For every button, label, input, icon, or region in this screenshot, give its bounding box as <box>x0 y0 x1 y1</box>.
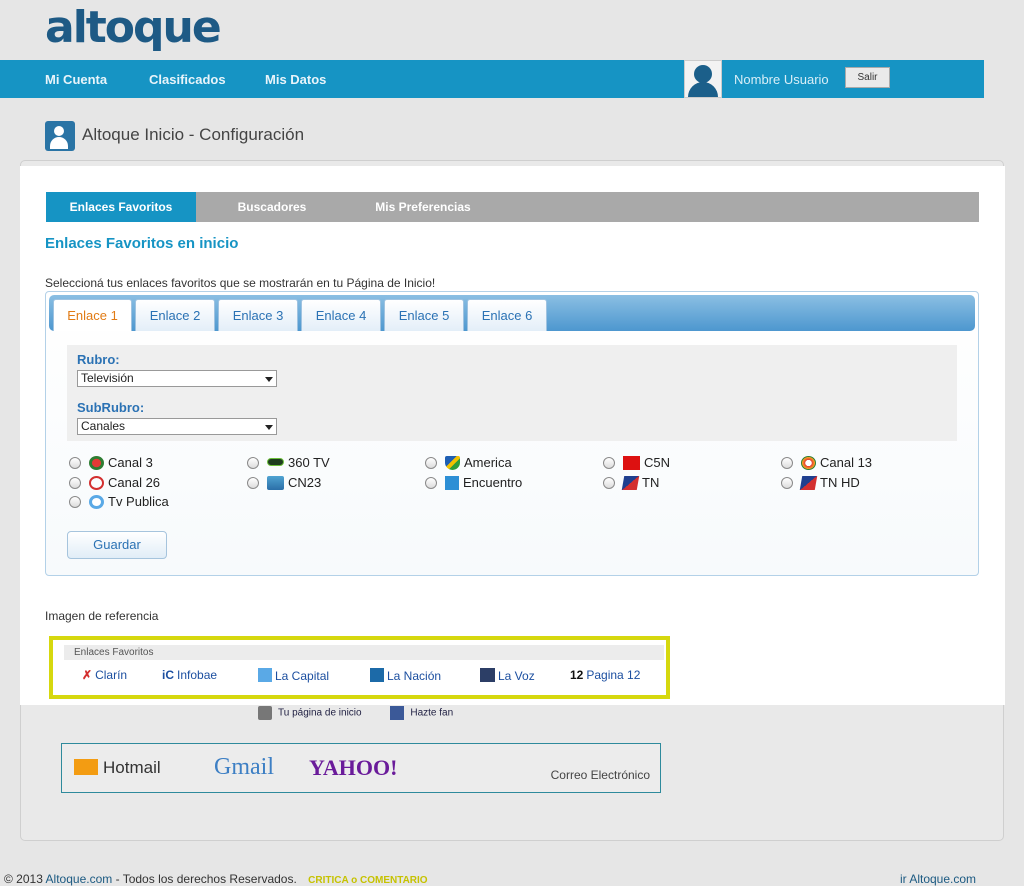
enlace-panel: Enlace 1 Enlace 2 Enlace 3 Enlace 4 Enla… <box>45 291 979 576</box>
yahoo-link[interactable]: YAHOO! <box>309 755 397 781</box>
radio-button[interactable] <box>247 457 259 469</box>
facebook-icon <box>390 706 405 720</box>
radio-button[interactable] <box>69 496 81 508</box>
radio-button[interactable] <box>603 477 615 489</box>
subrubro-label: SubRubro: <box>77 400 145 415</box>
channel-option[interactable]: Encuentro <box>425 475 522 491</box>
tab-enlace-3[interactable]: Enlace 3 <box>218 299 298 331</box>
altoque-logo[interactable]: altoque <box>45 6 222 50</box>
radio-button[interactable] <box>603 457 615 469</box>
footer-site-link[interactable]: Altoque.com <box>46 872 113 886</box>
channel-option[interactable]: TN HD <box>781 475 860 491</box>
footer: © 2013 Altoque.com - Todos los derechos … <box>4 872 428 886</box>
mail-box: Hotmail Gmail YAHOO! Correo Electrónico <box>61 743 661 793</box>
tab-enlace-4[interactable]: Enlace 4 <box>301 299 381 331</box>
tvpublica-logo-icon <box>89 495 104 509</box>
tab-mis-preferencias[interactable]: Mis Preferencias <box>348 192 498 222</box>
c5n-logo-icon <box>623 456 640 470</box>
reference-image: Enlaces Favoritos ✗ Clarín iC Infobae La C… <box>49 636 670 699</box>
subrubro-select[interactable]: Canales <box>77 418 277 435</box>
reference-item-pagina-12: 12 Pagina 12 <box>570 668 641 682</box>
top-navbar: Mi Cuenta Clasificados Mis Datos Nombre … <box>0 60 984 98</box>
user-config-icon <box>45 121 75 151</box>
logout-button[interactable]: Salir <box>845 67 890 88</box>
la-voz-icon <box>480 668 495 682</box>
canal3-logo-icon <box>89 456 104 470</box>
radio-button[interactable] <box>781 457 793 469</box>
channel-option[interactable]: TN <box>603 475 659 491</box>
mail-label: Correo Electrónico <box>550 768 650 782</box>
pagina12-icon: 12 <box>570 668 584 682</box>
chevron-down-icon <box>265 425 273 430</box>
canal13-logo-icon <box>801 456 816 470</box>
channel-option[interactable]: Canal 3 <box>69 455 153 471</box>
encuentro-logo-icon <box>445 476 459 490</box>
infobae-icon: iC <box>162 668 174 682</box>
channel-option[interactable]: Tv Publica <box>69 494 169 510</box>
canal26-logo-icon <box>89 476 104 490</box>
critique-link[interactable]: CRITICA o COMENTARIO <box>308 875 427 886</box>
tab-enlaces-favoritos[interactable]: Enlaces Favoritos <box>46 192 196 222</box>
channel-option[interactable]: Canal 26 <box>69 475 160 491</box>
channel-option[interactable]: America <box>425 455 512 471</box>
nav-mis-datos[interactable]: Mis Datos <box>265 72 326 87</box>
radio-button[interactable] <box>425 457 437 469</box>
radio-button[interactable] <box>247 477 259 489</box>
save-button[interactable]: Guardar <box>67 531 167 559</box>
reference-item-clarin: ✗ Clarín <box>82 668 128 682</box>
main-tabs: Enlaces Favoritos Buscadores Mis Prefere… <box>46 192 979 222</box>
channel-option[interactable]: CN23 <box>247 475 321 491</box>
reference-item-la-capital: La Capital <box>258 668 329 683</box>
reference-label: Imagen de referencia <box>45 609 159 623</box>
radio-button[interactable] <box>781 477 793 489</box>
tab-enlace-5[interactable]: Enlace 5 <box>384 299 464 331</box>
channel-option[interactable]: 360 TV <box>247 455 330 471</box>
360tv-logo-icon <box>267 458 284 466</box>
reference-header: Enlaces Favoritos <box>64 645 664 660</box>
channel-option[interactable]: C5N <box>603 455 670 471</box>
nav-clasificados[interactable]: Clasificados <box>149 72 226 87</box>
tab-enlace-2[interactable]: Enlace 2 <box>135 299 215 331</box>
chevron-down-icon <box>265 377 273 382</box>
user-avatar-icon <box>684 60 722 98</box>
la-nacion-icon <box>370 668 384 682</box>
rubro-select[interactable]: Televisión <box>77 370 277 387</box>
home-page-link[interactable]: Tu página de inicio <box>278 708 362 719</box>
footer-right-link[interactable]: ir Altoque.com <box>900 872 976 886</box>
channel-option[interactable]: Canal 13 <box>781 455 872 471</box>
tnhd-logo-icon <box>799 476 818 490</box>
page-title: Altoque Inicio - Configuración <box>82 125 305 144</box>
reference-item-infobae: iC Infobae <box>162 668 218 682</box>
config-modal: Enlaces Favoritos Buscadores Mis Prefere… <box>20 166 1005 705</box>
gmail-link[interactable]: Gmail <box>214 754 274 781</box>
footer-rights: - Todos los derechos Reservados. <box>115 872 297 886</box>
clarin-icon: ✗ <box>82 668 93 682</box>
radio-button[interactable] <box>69 477 81 489</box>
background-links: Tu página de inicio Hazte fan <box>258 706 453 720</box>
hotmail-link[interactable]: Hotmail <box>74 758 161 778</box>
radio-button[interactable] <box>425 477 437 489</box>
la-capital-icon <box>258 668 272 682</box>
tn-logo-icon <box>621 476 640 490</box>
reference-item-la-voz: La Voz <box>480 668 535 683</box>
user-name: Nombre Usuario <box>734 72 829 87</box>
envelope-icon <box>74 759 98 775</box>
nav-mi-cuenta[interactable]: Mi Cuenta <box>45 72 107 87</box>
home-icon <box>258 706 272 720</box>
section-description: Seleccioná tus enlaces favoritos que se … <box>45 276 436 290</box>
filter-box: Rubro: Televisión SubRubro: Canales <box>67 345 957 441</box>
tab-enlace-1[interactable]: Enlace 1 <box>53 299 132 331</box>
fan-link[interactable]: Hazte fan <box>410 708 453 719</box>
radio-button[interactable] <box>69 457 81 469</box>
section-heading: Enlaces Favoritos en inicio <box>45 235 239 252</box>
rubro-label: Rubro: <box>77 352 120 367</box>
america-logo-icon <box>445 456 460 470</box>
reference-item-la-nacion: La Nación <box>370 668 441 683</box>
tab-enlace-6[interactable]: Enlace 6 <box>467 299 547 331</box>
footer-copyright: © 2013 <box>4 872 43 886</box>
tab-buscadores[interactable]: Buscadores <box>197 192 347 222</box>
cn23-logo-icon <box>267 476 284 490</box>
enlace-tabbar: Enlace 1 Enlace 2 Enlace 3 Enlace 4 Enla… <box>49 295 975 331</box>
